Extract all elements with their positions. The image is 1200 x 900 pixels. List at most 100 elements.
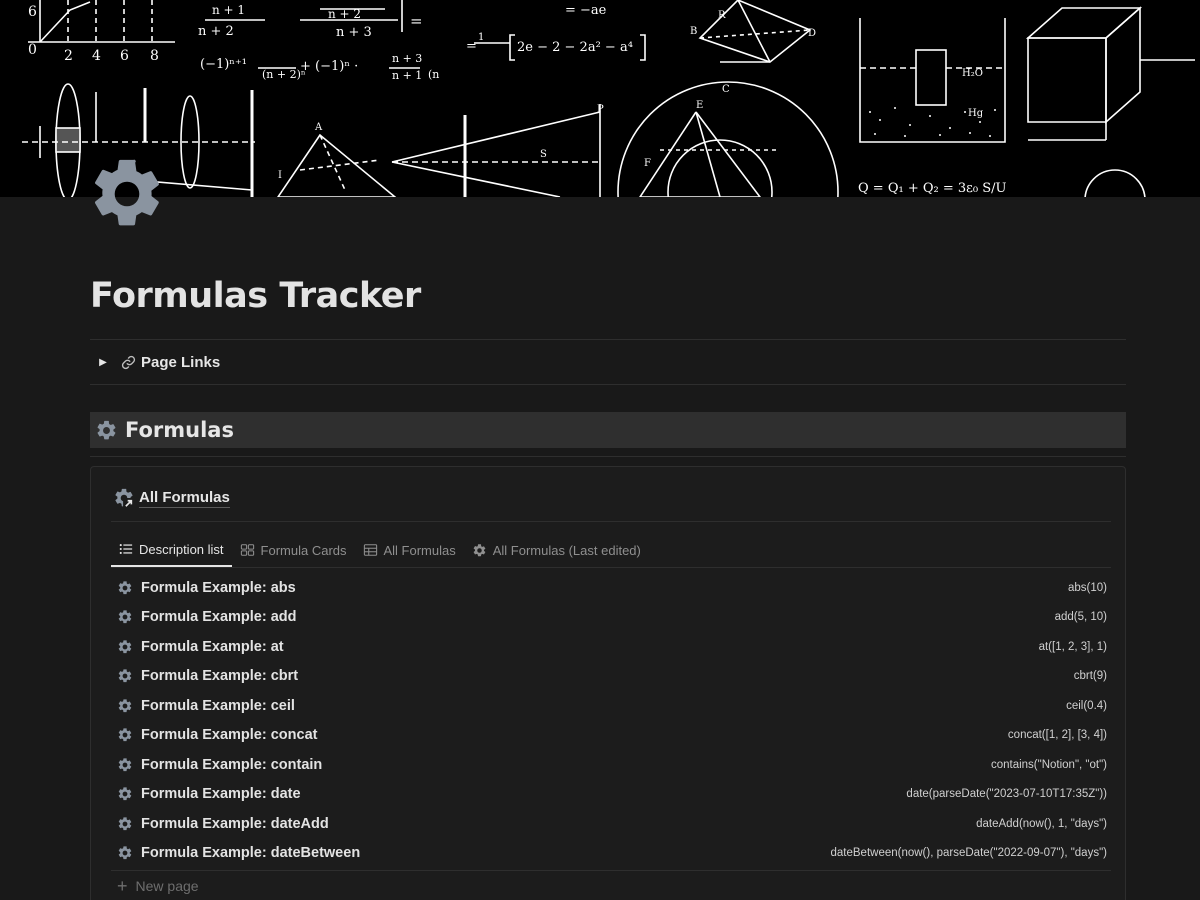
svg-text:0: 0 (28, 42, 37, 58)
page-links-toggle[interactable]: ▶ Page Links (90, 344, 1126, 380)
svg-text:R: R (718, 10, 726, 21)
row-title: Formula Example: date (141, 786, 301, 803)
divider (90, 339, 1126, 340)
list-item[interactable]: Formula Example: concat concat([1, 2], [… (111, 721, 1111, 751)
tab-label: Description list (139, 541, 224, 557)
row-title: Formula Example: ceil (141, 697, 295, 714)
row-formula: dateAdd(now(), 1, "days") (976, 817, 1107, 830)
divider (90, 384, 1126, 385)
list-item[interactable]: Formula Example: contain contains("Notio… (111, 750, 1111, 780)
gear-icon (94, 159, 159, 226)
divider (111, 567, 1111, 568)
tab-label: All Formulas (383, 542, 456, 558)
gear-icon (117, 757, 133, 773)
page-gear-icon[interactable] (86, 153, 168, 235)
tab-label: Formula Cards (260, 542, 347, 558)
gear-icon (117, 816, 133, 832)
row-formula: abs(10) (1068, 581, 1107, 594)
list-item[interactable]: Formula Example: date date(parseDate("20… (111, 780, 1111, 810)
list-item[interactable]: Formula Example: dateBetween dateBetween… (111, 839, 1111, 869)
list-item[interactable]: Formula Example: add add(5, 10) (111, 603, 1111, 633)
svg-text:n + 3: n + 3 (392, 52, 422, 65)
cover-chalkboard-illustration: 6 0 2 4 6 8 n + 1 n + 2 n + 2 n + 3 = (−… (22, 0, 1195, 197)
svg-text:Hg: Hg (968, 108, 984, 119)
gallery-icon (240, 544, 254, 556)
row-title: Formula Example: dateBetween (141, 845, 361, 862)
svg-text:H₂O: H₂O (962, 68, 983, 79)
gear-link-icon (113, 487, 135, 509)
cover-image: 6 0 2 4 6 8 n + 1 n + 2 n + 2 n + 3 = (−… (0, 0, 1200, 197)
table-icon (363, 544, 377, 556)
row-formula: date(parseDate("2023-07-10T17:35Z")) (906, 788, 1107, 801)
database-title-row[interactable]: All Formulas (113, 485, 230, 511)
list-icon (119, 544, 133, 554)
tab-formula-cards[interactable]: Formula Cards (232, 533, 355, 567)
svg-text:6: 6 (28, 4, 37, 20)
svg-text:P: P (597, 104, 604, 115)
svg-text:n + 2: n + 2 (198, 24, 234, 39)
svg-text:F: F (644, 158, 651, 169)
tab-description-list[interactable]: Description list (111, 533, 232, 567)
row-formula: ceil(0.4) (1066, 699, 1107, 712)
page-title[interactable]: Formulas Tracker (90, 276, 421, 316)
link-icon (121, 355, 136, 370)
list-item[interactable]: Formula Example: cbrt cbrt(9) (111, 662, 1111, 692)
svg-text:1: 1 (478, 32, 484, 43)
svg-text:C: C (722, 84, 730, 95)
row-formula: contains("Notion", "ot") (990, 758, 1107, 771)
svg-text:D: D (808, 28, 816, 39)
tab-label: All Formulas (Last edited) (492, 542, 641, 558)
svg-text:2: 2 (64, 48, 73, 64)
row-formula: at([1, 2, 3], 1) (1038, 640, 1107, 653)
gear-icon (473, 543, 486, 556)
view-tabs: Description list Formula Cards All Formu… (111, 533, 649, 567)
gear-icon (117, 639, 133, 655)
svg-text:A: A (314, 122, 323, 133)
gear-icon (117, 609, 133, 625)
svg-text:(n: (n (428, 68, 439, 81)
gear-icon (117, 668, 133, 684)
row-title: Formula Example: add (141, 609, 297, 626)
row-title: Formula Example: concat (141, 727, 318, 744)
svg-text:E: E (696, 100, 703, 111)
list-item[interactable]: Formula Example: at at([1, 2, 3], 1) (111, 632, 1111, 662)
gear-icon (117, 698, 133, 714)
toggle-arrow-icon[interactable]: ▶ (91, 357, 115, 368)
divider (111, 521, 1111, 522)
row-formula: dateBetween(now(), parseDate("2022-09-07… (830, 847, 1108, 860)
new-page-button[interactable]: + New page (117, 877, 199, 895)
database-title[interactable]: All Formulas (139, 489, 230, 508)
tab-all-formulas-last-edited[interactable]: All Formulas (Last edited) (464, 533, 649, 567)
svg-text:+ (−1)ⁿ ·: + (−1)ⁿ · (300, 59, 358, 74)
formula-list: Formula Example: abs abs(10) Formula Exa… (111, 573, 1111, 868)
svg-text:6: 6 (120, 48, 129, 64)
divider (90, 456, 1126, 457)
row-formula: concat([1, 2], [3, 4]) (1007, 729, 1107, 742)
row-title: Formula Example: cbrt (141, 668, 299, 685)
row-title: Formula Example: dateAdd (141, 815, 329, 832)
svg-text:S: S (540, 149, 547, 160)
svg-text:(−1)ⁿ⁺¹: (−1)ⁿ⁺¹ (200, 57, 247, 72)
list-item[interactable]: Formula Example: ceil ceil(0.4) (111, 691, 1111, 721)
svg-text:8: 8 (150, 48, 159, 64)
row-formula: cbrt(9) (1073, 670, 1107, 683)
svg-text:n + 1: n + 1 (212, 3, 245, 17)
row-title: Formula Example: contain (141, 756, 323, 773)
gear-icon (95, 419, 118, 442)
list-item[interactable]: Formula Example: abs abs(10) (111, 573, 1111, 603)
list-item[interactable]: Formula Example: dateAdd dateAdd(now(), … (111, 809, 1111, 839)
row-title: Formula Example: abs (141, 579, 296, 596)
formulas-heading: Formulas (90, 412, 1126, 448)
svg-text:=: = (410, 12, 423, 30)
gear-icon (117, 845, 133, 861)
linked-database: All Formulas Description list Formula Ca… (90, 466, 1126, 900)
svg-text:n + 3: n + 3 (336, 25, 372, 40)
row-formula: add(5, 10) (1054, 611, 1107, 624)
gear-icon (117, 580, 133, 596)
svg-text:n + 2: n + 2 (328, 7, 361, 21)
new-page-label: New page (135, 878, 199, 894)
svg-text:Q = Q₁ + Q₂ = 3ε₀ S/U: Q = Q₁ + Q₂ = 3ε₀ S/U (858, 181, 1007, 196)
svg-text:2e − 2 − 2a² − a⁴: 2e − 2 − 2a² − a⁴ (517, 40, 633, 55)
tab-all-formulas[interactable]: All Formulas (355, 533, 464, 567)
page-links-label: Page Links (141, 353, 221, 371)
